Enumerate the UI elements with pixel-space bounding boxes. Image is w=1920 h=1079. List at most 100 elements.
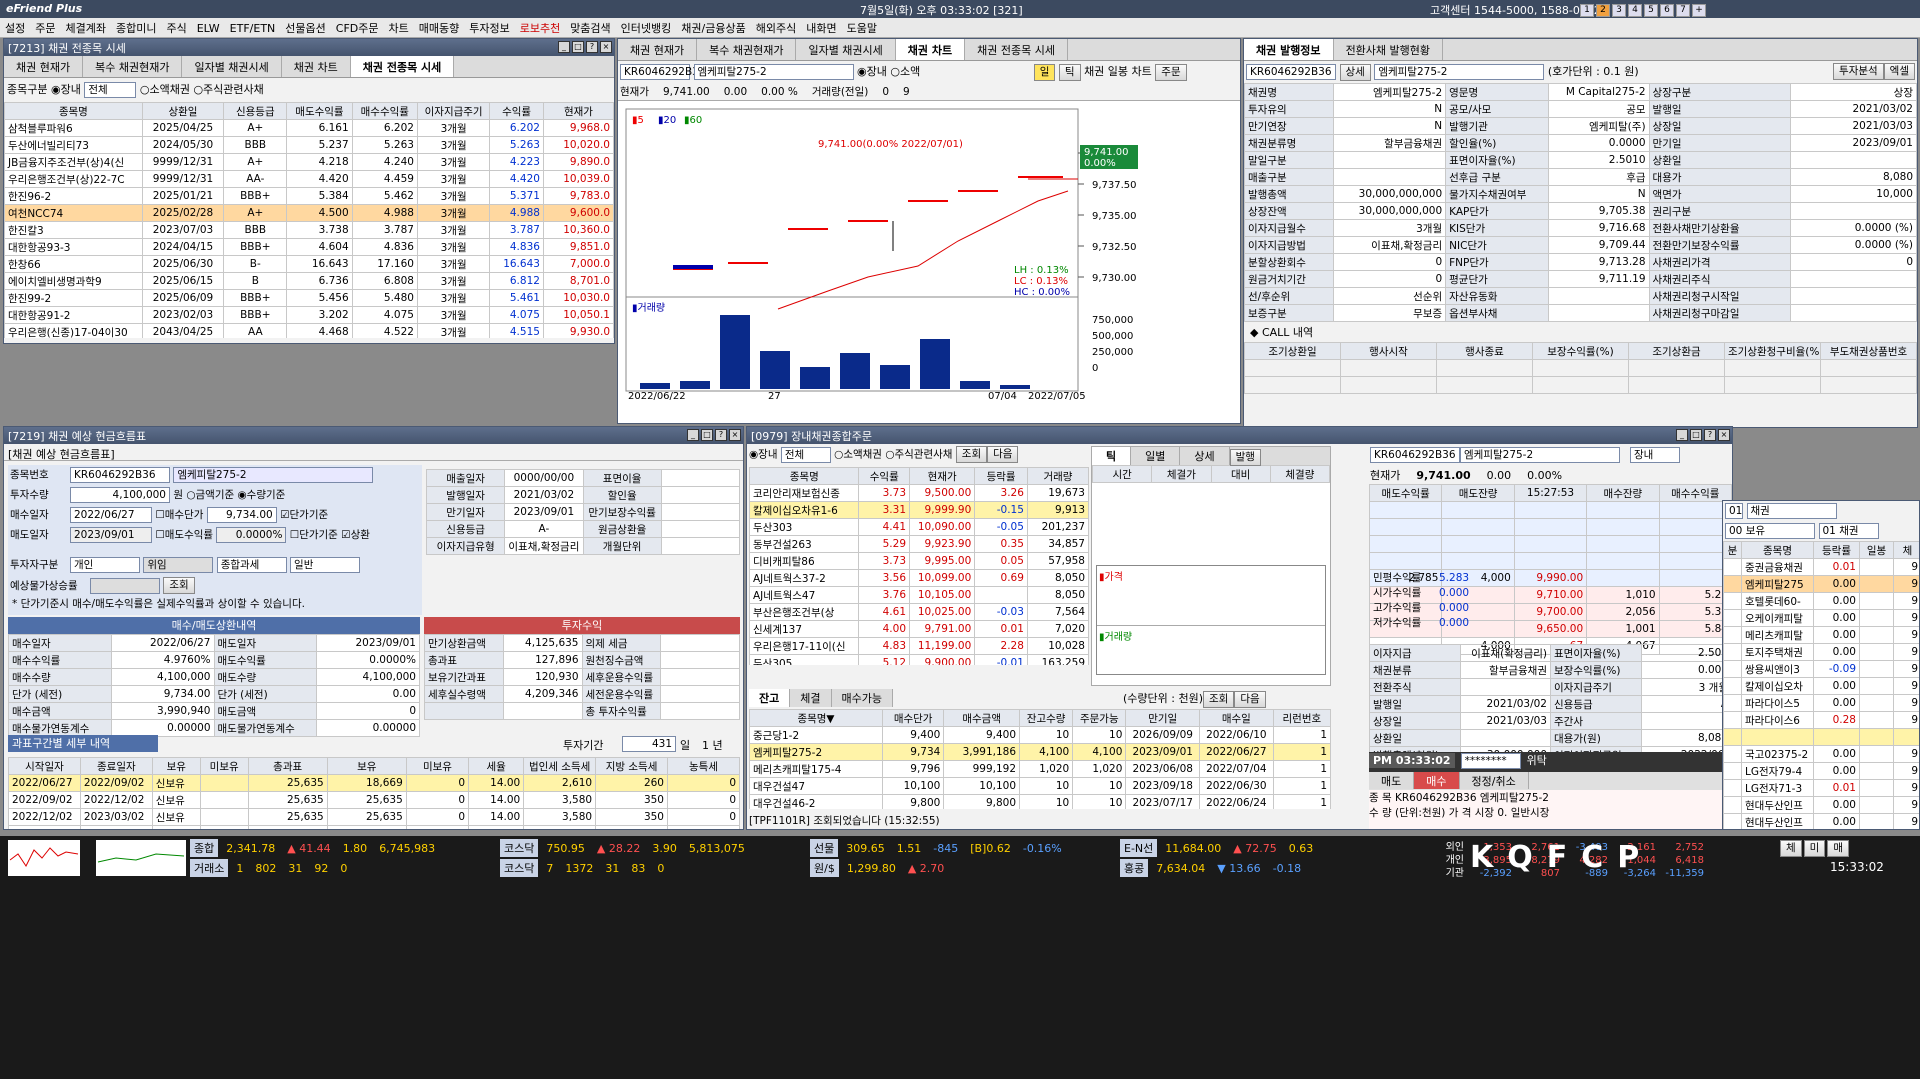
tab-0[interactable]: 채권 발행정보 <box>1244 39 1334 60</box>
help-icon[interactable]: ? <box>715 429 727 441</box>
table-row[interactable]: 대우건설46-2 9,800 9,800 10 10 2023/07/17 2022/06/… <box>749 794 1331 809</box>
code-input[interactable]: KR6046292B36 <box>70 467 170 483</box>
column-header[interactable]: 일봉 <box>1859 541 1894 559</box>
menu-item[interactable]: 선물옵션 <box>280 18 330 38</box>
column-header[interactable]: 매도수익률 <box>286 102 353 120</box>
table-row[interactable]: 한진96-2 2025/01/21 BBB+ 5.384 5.462 3개월 5.371 9,… <box>4 187 614 205</box>
table-row[interactable]: 코리안리재보험신종 3.73 9,500.00 3.26 19,673 <box>749 484 1089 502</box>
tab-3[interactable]: 채권 차트 <box>895 39 966 60</box>
close-icon[interactable]: × <box>600 41 612 53</box>
tab-4[interactable]: 채권 전종목 시세 <box>965 39 1068 60</box>
table-row[interactable]: LG전자71-3 0.01 9 <box>1723 779 1919 797</box>
column-header[interactable]: 종목명▼ <box>749 709 883 727</box>
tick-tab[interactable]: 틱 <box>1092 447 1132 465</box>
maximize-icon[interactable]: □ <box>572 41 584 53</box>
inflation-input[interactable] <box>90 577 160 594</box>
table-row[interactable]: JB금융지주조건부(상)4(신 9999/12/31 A+ 4.218 4.240 3개월… <box>4 153 614 171</box>
minimize-icon[interactable]: _ <box>558 41 570 53</box>
table-row[interactable]: 중권금융채권 0.01 9 <box>1723 558 1919 576</box>
tab-4[interactable]: 채권 전종목 시세 <box>350 56 455 77</box>
table-row[interactable]: 대한항공93-3 2024/04/15 BBB+ 4.604 4.836 3개월 4.836… <box>4 238 614 256</box>
buy-date-input[interactable]: 2022/06/27 <box>70 507 152 523</box>
tick-tab[interactable]: 상세 <box>1180 447 1230 465</box>
column-header[interactable]: 만기일 <box>1125 709 1201 727</box>
tab-1[interactable]: 복수 채권현재가 <box>697 39 797 60</box>
page-5[interactable]: 5 <box>1644 4 1658 17</box>
menu-item[interactable]: ELW <box>192 20 225 37</box>
column-header[interactable]: 현재가 <box>542 102 614 120</box>
menu-item[interactable]: 내화면 <box>801 18 841 38</box>
market-select[interactable]: 장내 <box>1630 447 1680 463</box>
menu-item[interactable]: 맞춤검색 <box>565 18 615 38</box>
maximize-icon[interactable]: □ <box>701 429 713 441</box>
menu-item[interactable]: 인터넷뱅킹 <box>616 18 677 38</box>
column-header[interactable]: 주문가능 <box>1072 709 1127 727</box>
table-row[interactable]: 현대두산인프 0.00 9 <box>1723 796 1919 814</box>
menu-item[interactable]: 투자정보 <box>464 18 514 38</box>
market-letter[interactable]: Q <box>1507 840 1547 875</box>
column-header[interactable]: 매수일 <box>1199 709 1274 727</box>
table-row[interactable]: 디비캐피탈86 3.73 9,995.00 0.05 57,958 <box>749 552 1089 570</box>
query-button[interactable]: 조회 <box>955 446 988 463</box>
table-row[interactable] <box>1723 728 1919 746</box>
column-header[interactable]: 이자지급주기 <box>416 102 491 120</box>
page-switcher[interactable]: 1 2 3 4 5 6 7 + <box>1580 2 1708 17</box>
market-letter[interactable]: K <box>1470 840 1507 875</box>
qty-input[interactable]: 4,100,000 <box>70 487 170 503</box>
page-4[interactable]: 4 <box>1628 4 1642 17</box>
holdings-tab[interactable]: 체결 <box>790 689 832 707</box>
table-row[interactable]: 두산에너빌리티73 2024/05/30 BBB 5.237 5.263 3개월 5.263… <box>4 136 614 154</box>
menu-item[interactable]: 채권/금융상품 <box>676 18 750 38</box>
tab-2[interactable]: 일자별 채권시세 <box>796 39 896 60</box>
column-header[interactable]: 거래량 <box>1026 467 1089 485</box>
order-tab[interactable]: 매도 <box>1369 772 1415 789</box>
group-select[interactable]: 채권 <box>1746 503 1837 519</box>
ticker-group[interactable]: 종합 2,341.78 ▲ 41.44 1.80 6,745,983 <box>190 839 500 857</box>
close-icon[interactable]: × <box>1718 429 1730 441</box>
table-row[interactable]: 오케이캐피탈 0.00 9 <box>1723 609 1919 627</box>
radio-onexchange[interactable]: ◉장내 <box>51 83 81 96</box>
menu-item[interactable]: 해외주식 <box>751 18 801 38</box>
column-header[interactable]: 리런번호 <box>1272 709 1331 727</box>
radio-onexchange[interactable]: ◉장내 <box>857 65 887 78</box>
general-select[interactable]: 일반 <box>290 557 361 573</box>
radio-qty[interactable]: 수량기준 <box>247 489 286 501</box>
menu-item[interactable]: 설정 <box>0 18 30 38</box>
radio-amount[interactable]: 금액기준 <box>196 489 235 501</box>
menu-item[interactable]: 도움말 <box>842 18 882 38</box>
minimize-icon[interactable]: _ <box>1676 429 1688 441</box>
radio-equity-linked[interactable]: ○주식관련사채 <box>193 83 263 96</box>
bond-code-input[interactable]: KR6046292B36 <box>620 64 706 80</box>
daily-button[interactable]: 일 <box>1033 63 1056 81</box>
next-button[interactable]: 다음 <box>1234 690 1266 708</box>
maximize-icon[interactable]: □ <box>1690 429 1702 441</box>
table-row[interactable]: 중근당1-2 9,400 9,400 10 10 2026/09/09 2022/06/10… <box>749 726 1331 744</box>
query-button[interactable]: 조회 <box>163 577 195 594</box>
holdings-tab[interactable]: 매수가능 <box>831 689 893 707</box>
sell-date-input[interactable]: 2023/09/01 <box>70 527 152 543</box>
column-header[interactable]: 수익률 <box>489 102 544 120</box>
next-button[interactable]: 다음 <box>987 446 1019 463</box>
excel-button[interactable]: 엑셀 <box>1883 63 1915 80</box>
category-select[interactable]: 전체 <box>780 446 831 463</box>
table-row[interactable]: 한진99-2 2025/06/09 BBB+ 5.456 5.480 3개월 5.461 10… <box>4 289 614 307</box>
bond-select[interactable]: 01 채권 <box>1818 523 1879 539</box>
radio-onexchange[interactable]: ◉장내 <box>749 449 781 461</box>
column-header[interactable]: 매수단가 <box>881 709 945 727</box>
menu-item[interactable]: 로보추천 <box>515 18 565 38</box>
order-button[interactable]: 주문 <box>1155 63 1187 81</box>
table-row[interactable]: 한창66 2025/06/30 B- 16.643 17.160 3개월 16.643 7,0… <box>4 255 614 273</box>
ticker-group[interactable]: E-N선 11,684.00 ▲ 72.75 0.63 <box>1120 839 1430 857</box>
table-row[interactable]: 엠케피탈275 0.00 9 <box>1723 575 1919 593</box>
menu-item[interactable]: 체결계좌 <box>61 18 111 38</box>
table-row[interactable]: 현대두산인프 0.00 9 <box>1723 813 1919 829</box>
order-tab[interactable]: 매수 <box>1414 772 1460 789</box>
shortcut-button[interactable]: 체 <box>1780 840 1802 857</box>
table-row[interactable]: 칼제이십오차 0.00 9 <box>1723 677 1919 695</box>
shortcut-button[interactable]: 매 <box>1827 840 1850 857</box>
tab-3[interactable]: 채권 차트 <box>281 56 351 77</box>
table-row[interactable]: 쌍용씨앤이3 -0.09 9 <box>1723 660 1919 678</box>
column-header[interactable]: 등락률 <box>1813 541 1860 559</box>
tab-0[interactable]: 채권 현재가 <box>618 39 698 60</box>
menu-item[interactable]: 주문 <box>30 18 60 38</box>
